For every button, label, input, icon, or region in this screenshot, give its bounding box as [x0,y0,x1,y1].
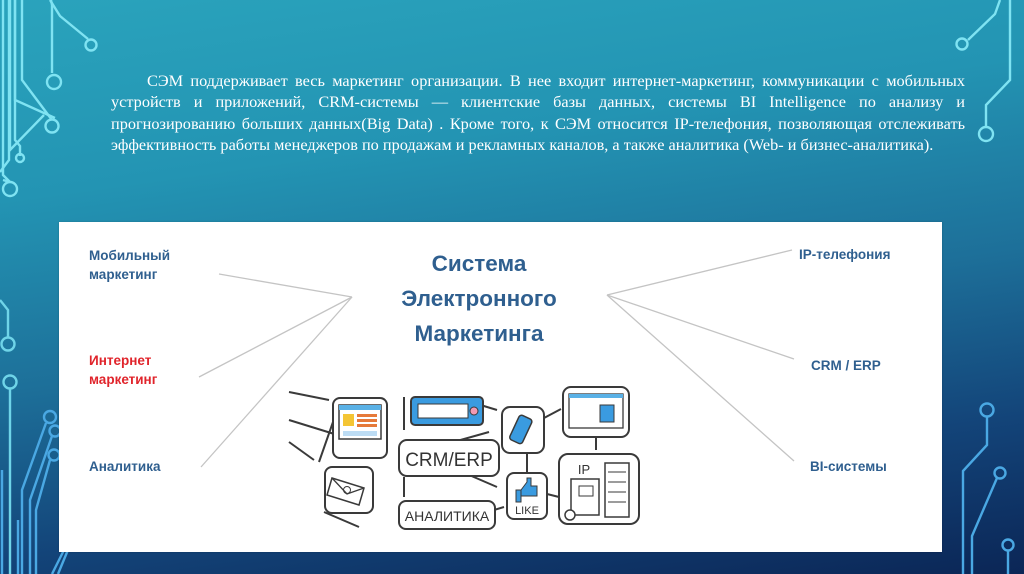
analytics-text: АНАЛИТИКА [405,508,490,524]
slide-paragraph: СЭМ поддерживает весь маркетинг организа… [111,71,965,155]
crm-erp-text: CRM/ERP [405,450,493,471]
ip-phone-server-icon: IP [558,453,640,525]
crm-illustration: CRM/ERP АНАЛИТИКА LIKE IP [288,386,640,530]
website-icon [332,397,388,459]
email-icon [324,466,374,514]
web-page-icon [562,386,630,438]
like-icon: LIKE [506,472,548,520]
like-text: LIKE [515,505,539,517]
mobile-phone-icon [501,406,545,454]
analytics-node: АНАЛИТИКА [398,500,496,530]
circuit-bottom-right-icon [961,402,1015,574]
ip-text: IP [578,462,590,477]
diagram-panel: Мобильный маркетинг Интернет маркетинг А… [59,222,942,552]
search-bar-icon [410,396,484,426]
circuit-top-left-icon [0,0,98,198]
crm-erp-node: CRM/ERP [398,439,500,477]
